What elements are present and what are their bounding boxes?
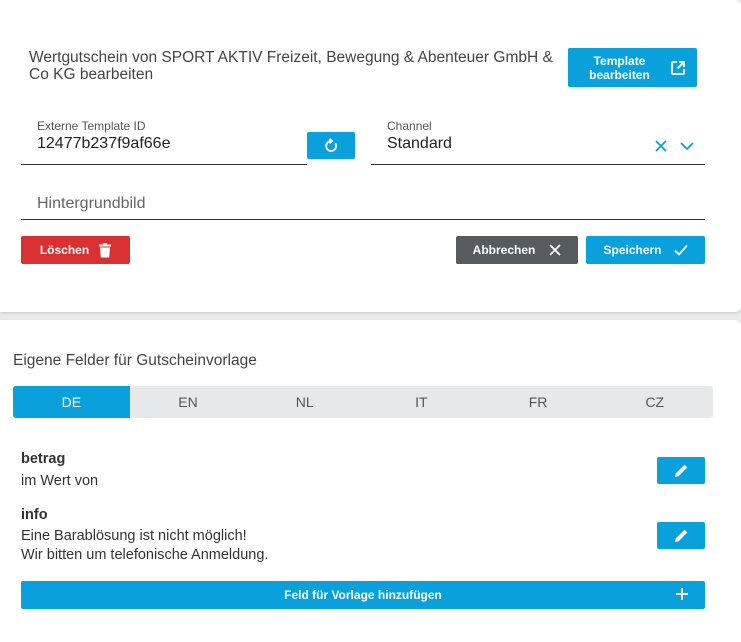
save-button[interactable]: Speichern bbox=[586, 236, 705, 264]
save-label: Speichern bbox=[603, 243, 662, 257]
field-text-info-line2: Wir bitten um telefonische Anmeldung. bbox=[21, 547, 269, 563]
external-template-id-field[interactable]: Externe Template ID 12477b237f9af66e bbox=[21, 119, 307, 165]
external-template-id-value: 12477b237f9af66e bbox=[37, 135, 171, 152]
delete-label: Löschen bbox=[39, 243, 90, 257]
cancel-button[interactable]: Abbrechen bbox=[456, 236, 578, 264]
cancel-label: Abbrechen bbox=[472, 243, 536, 257]
edit-field-info-button[interactable] bbox=[657, 522, 705, 549]
edit-field-betrag-button[interactable] bbox=[657, 457, 705, 484]
external-template-id-label: Externe Template ID bbox=[37, 119, 146, 133]
delete-button[interactable]: Löschen bbox=[21, 236, 130, 264]
refresh-id-button[interactable] bbox=[307, 132, 355, 159]
refresh-icon bbox=[325, 137, 338, 152]
field-text-info-line1: Eine Barablösung ist nicht möglich! bbox=[21, 528, 247, 544]
check-icon bbox=[673, 244, 688, 256]
background-image-field[interactable]: Hintergrundbild bbox=[21, 183, 705, 220]
channel-label: Channel bbox=[387, 119, 432, 133]
background-image-placeholder: Hintergrundbild bbox=[37, 195, 146, 212]
tab-fr[interactable]: FR bbox=[480, 386, 597, 418]
edit-template-label: Template bearbeiten bbox=[589, 53, 650, 82]
field-text-betrag: im Wert von bbox=[21, 473, 99, 489]
pencil-icon bbox=[674, 464, 687, 477]
tab-cz[interactable]: CZ bbox=[596, 386, 713, 418]
tab-it[interactable]: IT bbox=[363, 386, 480, 418]
plus-icon bbox=[676, 588, 688, 600]
language-tabs: DE EN NL IT FR CZ bbox=[13, 386, 713, 418]
tab-nl[interactable]: NL bbox=[246, 386, 363, 418]
template-editor-card: Wertgutschein von SPORT AKTIV Freizeit, … bbox=[0, 0, 741, 312]
field-name-info: info bbox=[21, 507, 48, 523]
channel-select[interactable]: Channel Standard bbox=[371, 119, 705, 165]
channel-value: Standard bbox=[387, 135, 452, 152]
add-field-label: Feld für Vorlage hinzufügen bbox=[284, 588, 442, 602]
close-icon bbox=[549, 244, 561, 256]
trash-icon bbox=[99, 242, 112, 257]
field-name-betrag: betrag bbox=[21, 451, 66, 467]
close-icon[interactable] bbox=[654, 139, 668, 153]
custom-fields-title: Eigene Felder für Gutscheinvorlage bbox=[13, 352, 257, 369]
external-link-icon bbox=[670, 60, 685, 75]
editor-title: Wertgutschein von SPORT AKTIV Freizeit, … bbox=[29, 49, 553, 83]
edit-template-button[interactable]: Template bearbeiten bbox=[568, 48, 697, 87]
add-field-button[interactable]: Feld für Vorlage hinzufügen bbox=[21, 581, 705, 609]
tab-de[interactable]: DE bbox=[13, 386, 130, 418]
pencil-icon bbox=[674, 529, 687, 542]
tab-en[interactable]: EN bbox=[130, 386, 247, 418]
chevron-down-icon[interactable] bbox=[680, 141, 694, 151]
